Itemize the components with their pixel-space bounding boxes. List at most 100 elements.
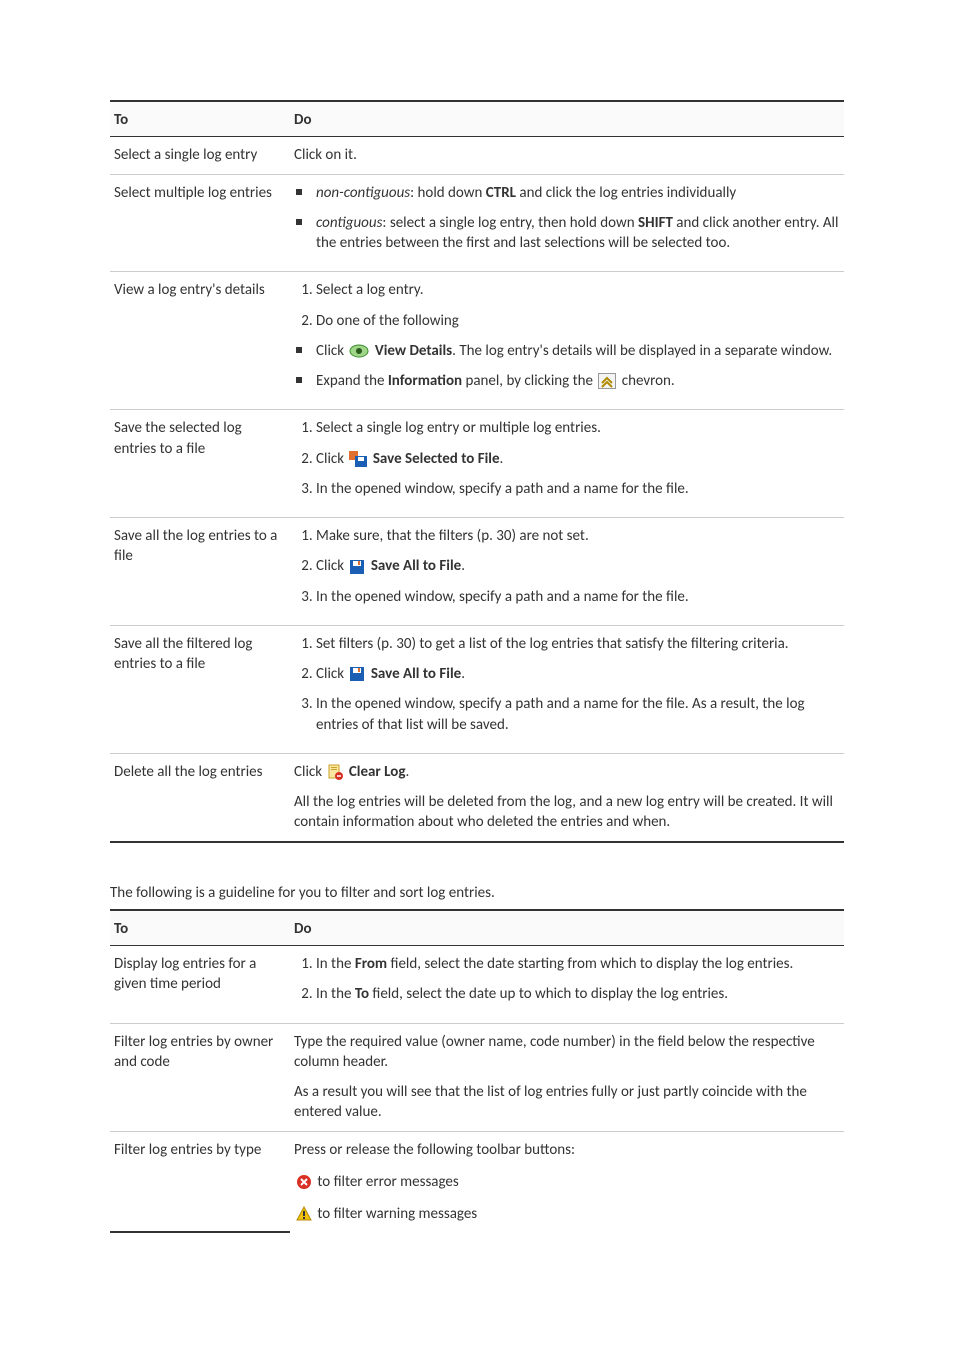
- to-cell: Display log entries for a given time per…: [110, 946, 290, 1024]
- text: to filter error messages: [317, 1173, 458, 1191]
- table-row: View a log entry's details Select a log …: [110, 272, 844, 410]
- list-item: In the From field, select the date start…: [316, 954, 840, 974]
- text: .: [405, 763, 409, 781]
- table-row: Delete all the log entries Click: [110, 753, 844, 841]
- page-container: To Do Select a single log entry Click on…: [0, 0, 954, 1273]
- text: In the: [316, 955, 355, 973]
- do-cell: In the From field, select the date start…: [290, 946, 844, 1024]
- paragraph: As a result you will see that the list o…: [294, 1082, 840, 1123]
- list-item: Set filters (p. 30) to get a list of the…: [316, 634, 840, 654]
- list-item: Expand the Information panel, by clickin…: [294, 371, 840, 391]
- information-label: Information: [388, 372, 462, 390]
- col-to-header: To: [110, 910, 290, 946]
- list-item: Select a single log entry or multiple lo…: [316, 418, 840, 438]
- paragraph: Click Clear Log.: [294, 762, 840, 782]
- to-cell: Save all the log entries to a file: [110, 518, 290, 626]
- save-all-icon: [349, 666, 365, 682]
- list-item: In the To field, select the date up to w…: [316, 984, 840, 1004]
- list-item: Select a log entry.: [316, 280, 840, 300]
- emphasis: non-contiguous: [316, 184, 410, 202]
- table-row: Save all the log entries to a file Make …: [110, 518, 844, 626]
- text: In the: [316, 985, 355, 1003]
- text: to filter warning messages: [317, 1205, 477, 1223]
- to-cell: Save all the filtered log entries to a f…: [110, 625, 290, 753]
- save-all-label: Save All to File: [371, 557, 461, 575]
- col-do-header: Do: [290, 101, 844, 137]
- to-cell: Select multiple log entries: [110, 174, 290, 272]
- clear-log-label: Clear Log: [349, 763, 406, 781]
- do-cell: Set filters (p. 30) to get a list of the…: [290, 625, 844, 753]
- save-all-icon: [349, 559, 365, 575]
- do-cell: Click Clear Log. All the: [290, 753, 844, 841]
- list-item: In the opened window, specify a path and…: [316, 479, 840, 499]
- warning-icon: [296, 1206, 312, 1222]
- col-to-header: To: [110, 101, 290, 137]
- text: Click: [316, 557, 347, 575]
- list-item: In the opened window, specify a path and…: [316, 587, 840, 607]
- table-row: Display log entries for a given time per…: [110, 946, 844, 1024]
- table-row: Save all the filtered log entries to a f…: [110, 625, 844, 753]
- list-item: contiguous: select a single log entry, t…: [294, 213, 840, 254]
- paragraph: to filter error messages: [294, 1172, 840, 1192]
- text: field, select the date starting from whi…: [387, 955, 793, 973]
- text: field, select the date up to which to di…: [369, 985, 728, 1003]
- do-cell: Make sure, that the filters (p. 30) are …: [290, 518, 844, 626]
- to-cell: View a log entry's details: [110, 272, 290, 410]
- paragraph: All the log entries will be deleted from…: [294, 792, 840, 833]
- key-ctrl: CTRL: [486, 184, 516, 202]
- chevron-up-icon: [598, 373, 616, 389]
- from-label: From: [355, 955, 387, 973]
- to-cell: Select a single log entry: [110, 137, 290, 174]
- filter-table: To Do Display log entries for a given ti…: [110, 909, 844, 1234]
- list-item: In the opened window, specify a path and…: [316, 694, 840, 735]
- table-row: Filter log entries by owner and code Typ…: [110, 1023, 844, 1131]
- list-item: Click View Details. The log entry's deta…: [294, 341, 840, 361]
- view-details-label: View Details: [375, 342, 452, 360]
- text: Click: [316, 342, 347, 360]
- text: Expand the: [316, 372, 388, 390]
- text: Click: [316, 665, 347, 683]
- to-label: To: [355, 985, 369, 1003]
- to-cell: Filter log entries by type: [110, 1131, 290, 1232]
- text: .: [461, 665, 465, 683]
- text: Click: [316, 450, 347, 468]
- table-row: Save the selected log entries to a file …: [110, 410, 844, 518]
- do-cell: Click on it.: [290, 137, 844, 174]
- list-item: Make sure, that the filters (p. 30) are …: [316, 526, 840, 546]
- text: . The log entry's details will be displa…: [452, 342, 832, 360]
- key-shift: SHIFT: [638, 214, 673, 232]
- text: .: [500, 450, 504, 468]
- text: panel, by clicking the: [462, 372, 596, 390]
- do-cell: Type the required value (owner name, cod…: [290, 1023, 844, 1131]
- list-item: Click Save All to File.: [316, 664, 840, 684]
- text: and click the log entries individually: [516, 184, 736, 202]
- do-cell: non-contiguous: hold down CTRL and click…: [290, 174, 844, 272]
- col-do-header: Do: [290, 910, 844, 946]
- to-cell: Save the selected log entries to a file: [110, 410, 290, 518]
- paragraph: to filter warning messages: [294, 1204, 840, 1224]
- table-row: Filter log entries by type Press or rele…: [110, 1131, 844, 1232]
- do-cell: Press or release the following toolbar b…: [290, 1131, 844, 1232]
- do-cell: Select a single log entry or multiple lo…: [290, 410, 844, 518]
- save-selected-label: Save Selected to File: [373, 450, 500, 468]
- caption-text: The following is a guideline for you to …: [110, 883, 844, 903]
- paragraph: Press or release the following toolbar b…: [294, 1140, 840, 1160]
- error-icon: [296, 1174, 312, 1190]
- emphasis: contiguous: [316, 214, 382, 232]
- list-item: Click Save All to File.: [316, 556, 840, 576]
- text: : select a single log entry, then hold d…: [382, 214, 638, 232]
- text: chevron.: [622, 372, 675, 390]
- to-cell: Delete all the log entries: [110, 753, 290, 841]
- table-row: Select multiple log entries non-contiguo…: [110, 174, 844, 272]
- to-cell: Filter log entries by owner and code: [110, 1023, 290, 1131]
- do-cell: Select a log entry. Do one of the follow…: [290, 272, 844, 410]
- text: .: [461, 557, 465, 575]
- paragraph: Type the required value (owner name, cod…: [294, 1032, 840, 1073]
- save-all-label: Save All to File: [371, 665, 461, 683]
- clear-log-icon: [327, 764, 343, 780]
- list-item: non-contiguous: hold down CTRL and click…: [294, 183, 840, 203]
- eye-icon: [349, 344, 369, 358]
- save-selected-icon: [349, 451, 367, 467]
- list-item: Do one of the following: [316, 311, 840, 331]
- list-item: Click Save Selected to File.: [316, 449, 840, 469]
